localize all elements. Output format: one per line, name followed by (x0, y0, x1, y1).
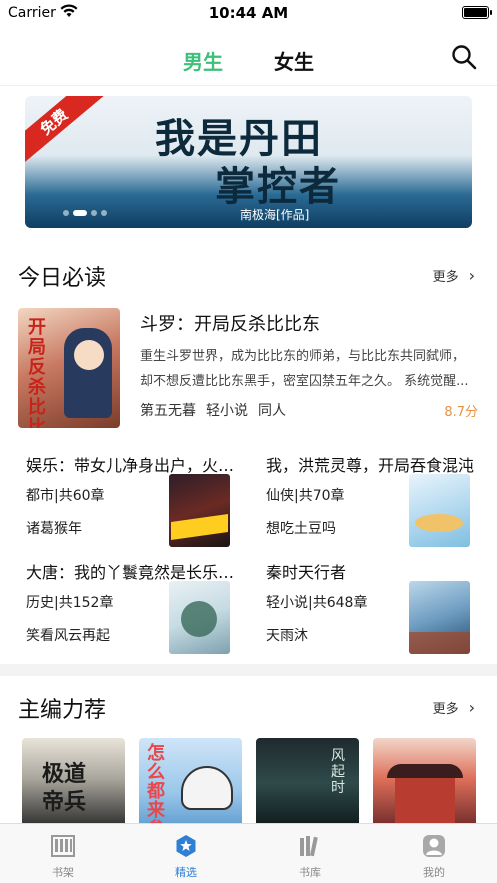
cover-text: 怎么都来参军 (147, 743, 165, 828)
cover-text: 风起时 (331, 748, 345, 796)
book-card[interactable]: 秦时天行者 轻小说|共648章 天雨沐 (266, 559, 492, 659)
tab-male[interactable]: 男生 (183, 46, 223, 75)
featured-book-description: 重生斗罗世界，成为比比东的师弟，与比比东共同弑师，却不想反遭比比东黑手，密室囚禁… (140, 349, 469, 389)
book-author: 想吃土豆吗 (266, 521, 336, 537)
banner-title-line2: 掌控者 (215, 163, 341, 210)
cover-building-roof (387, 764, 463, 778)
clock: 10:44 AM (208, 4, 289, 22)
page-dot (91, 210, 97, 216)
page-dot-active (73, 210, 87, 216)
cover-text: 开局反杀比比东 (28, 317, 46, 429)
book-meta: 轻小说|共648章 (266, 595, 368, 611)
chevron-right-icon: › (468, 266, 475, 285)
featured-score: 8.7分 (444, 405, 478, 420)
section-title-editor: 主编力荐 (18, 698, 107, 723)
featured-tag: 同人 (258, 403, 286, 419)
book-cover (169, 581, 230, 654)
featured-book-cover[interactable]: 开局反杀比比东 (18, 308, 120, 428)
star-badge-icon (176, 835, 196, 857)
battery-icon (462, 6, 492, 19)
library-icon (300, 836, 318, 857)
more-label: 更多 (432, 702, 459, 717)
recommended-book-cover[interactable]: 怎么都来参军 (139, 738, 242, 828)
cover-text: 极道帝兵 (42, 761, 87, 815)
book-title: 大唐：我的丫鬟竟然是长乐公主 (26, 563, 236, 582)
book-cover (169, 474, 230, 547)
book-author: 笑看风云再起 (26, 628, 110, 644)
tab-bookshelf[interactable]: 书架 (33, 824, 93, 883)
page-dot (101, 210, 107, 216)
featured-book-meta: 第五无暮 轻小说 同人 (140, 400, 296, 420)
tab-label: 精选 (175, 866, 197, 879)
section-divider (0, 664, 497, 676)
recommended-book-cover[interactable] (373, 738, 476, 828)
banner-page-indicator (63, 210, 107, 216)
tab-profile[interactable]: 我的 (404, 824, 464, 883)
book-author: 天雨沐 (266, 628, 308, 644)
section-title-today: 今日必读 (18, 266, 107, 291)
status-bar: Carrier 10:44 AM (0, 0, 497, 28)
more-link-editor[interactable]: 更多 › (433, 698, 475, 717)
search-icon[interactable] (451, 44, 477, 70)
book-cover (409, 474, 470, 547)
tab-female[interactable]: 女生 (274, 46, 314, 75)
bottom-tab-bar: 书架 精选 书库 我的 (0, 823, 497, 883)
cover-figure (181, 766, 233, 810)
cover-face (74, 340, 104, 370)
book-card[interactable]: 我，洪荒灵尊，开局吞食混沌 仙侠|共70章 想吃土豆吗 (266, 452, 492, 552)
featured-category: 轻小说 (206, 403, 248, 419)
featured-author: 第五无暮 (140, 403, 196, 419)
book-card[interactable]: 娱乐：带女儿净身出户，火爆全网 都市|共60章 诸葛猴年 (26, 452, 252, 552)
tab-label: 书架 (52, 866, 74, 879)
featured-book-title[interactable]: 斗罗：开局反杀比比东 (140, 310, 320, 336)
bookshelf-icon (51, 835, 75, 857)
tab-label: 我的 (423, 866, 445, 879)
user-icon (423, 835, 445, 857)
more-label: 更多 (432, 270, 459, 285)
more-link-today[interactable]: 更多 › (433, 266, 475, 285)
cover-building (395, 778, 455, 828)
book-meta: 都市|共60章 (26, 488, 105, 504)
book-author: 诸葛猴年 (26, 521, 82, 537)
page-dot (63, 210, 69, 216)
book-cover (409, 581, 470, 654)
recommended-book-cover[interactable]: 风起时 (256, 738, 359, 828)
banner-author: 南极海[作品] (240, 208, 310, 222)
book-title: 娱乐：带女儿净身出户，火爆全网 (26, 456, 236, 475)
top-navigation: 男生 女生 (0, 28, 497, 86)
promo-banner[interactable]: 免费 我是丹田 掌控者 南极海[作品] (25, 96, 472, 228)
free-tag: 免费 (25, 96, 104, 167)
book-meta: 仙侠|共70章 (266, 488, 345, 504)
chevron-right-icon: › (468, 698, 475, 717)
tab-featured[interactable]: 精选 (156, 824, 216, 883)
book-card[interactable]: 大唐：我的丫鬟竟然是长乐公主 历史|共152章 笑看风云再起 (26, 559, 252, 659)
recommended-book-cover[interactable]: 极道帝兵 (22, 738, 125, 828)
tab-library[interactable]: 书库 (280, 824, 340, 883)
book-meta: 历史|共152章 (26, 595, 114, 611)
book-title: 我，洪荒灵尊，开局吞食混沌 (266, 456, 475, 475)
tab-label: 书库 (299, 866, 321, 879)
book-title: 秦时天行者 (266, 563, 347, 582)
